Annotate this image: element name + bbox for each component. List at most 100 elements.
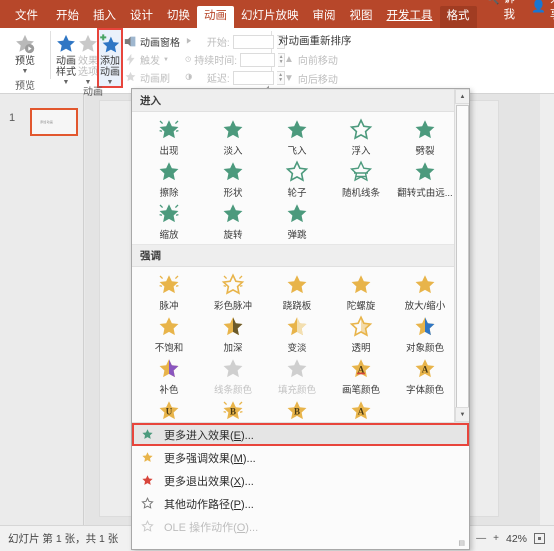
add-animation-arrow[interactable]: ▼ [107,79,114,86]
resize-grip-icon[interactable]: ▤ [132,540,469,549]
animation-effect-entrance-8[interactable]: 随机线条 [329,158,393,200]
ribbon-tab-6[interactable]: 幻灯片放映 [234,6,306,29]
menu-item-0[interactable]: 更多进入效果(E)... [132,423,469,446]
animation-effect-emphasis-8[interactable]: 透明 [329,313,393,355]
advanced-arrow-1[interactable]: ▼ [163,57,169,63]
tab-bar-right-actions: 🔍 告诉我 👤 共享 [477,0,554,28]
animation-effect-emphasis-16[interactable]: B加粗闪烁 [201,397,265,422]
animation-effect-entrance-6[interactable]: 形状 [201,158,265,200]
advanced-animation-pane-button[interactable]: 动画窗格 [121,33,183,50]
timing-input-2[interactable] [232,70,275,85]
animation-effect-entrance-10[interactable]: 缩放 [137,200,201,242]
animation-effect-emphasis-14[interactable]: A 字体颜色 [393,355,457,397]
animation-effect-emphasis-2[interactable]: 跷跷板 [265,271,329,313]
effect-label: 放大/缩小 [404,301,446,312]
animation-effect-entrance-5[interactable]: 擦除 [137,158,201,200]
animation-effect-emphasis-11[interactable]: 线条颜色 [201,355,265,397]
advanced-animation-painter-button[interactable]: 动画刷 [121,69,183,86]
animation-effect-emphasis-7[interactable]: 变淡 [265,313,329,355]
scrollbar-thumb[interactable] [456,105,469,417]
slide-thumbnail-1[interactable]: 添加动画 [30,108,78,136]
animation-effect-entrance-0[interactable]: 出现 [137,116,201,158]
animation-effect-entrance-11[interactable]: 旋转 [201,200,265,242]
animation-effect-emphasis-9[interactable]: 对象颜色 [393,313,457,355]
animation-effect-emphasis-12[interactable]: 填充颜色 [265,355,329,397]
ribbon-tab-4[interactable]: 切换 [160,6,197,29]
slide-thumbnail-pane[interactable]: 1 添加动画 [0,94,84,525]
zoom-level-label[interactable]: 42% [506,533,527,545]
ribbon-tab-8[interactable]: 视图 [343,6,380,29]
animation-effect-emphasis-0[interactable]: 脉冲 [137,271,201,313]
star-line-color-icon [223,359,243,378]
animation-effect-entrance-12[interactable]: 弹跳 [265,200,329,242]
ribbon-tab-7[interactable]: 审阅 [306,6,343,29]
animation-effect-emphasis-17[interactable]: B加粗展示 [265,397,329,422]
animation-effect-emphasis-13[interactable]: A 画笔颜色 [329,355,393,397]
animation-effect-entrance-3[interactable]: 浮入 [329,116,393,158]
animation-effect-emphasis-15[interactable]: U下划线 [137,397,201,422]
star-bold-flash-icon: B [223,401,243,420]
gallery-scrollbar[interactable]: ▲ ▼ [454,89,469,422]
scroll-down-icon[interactable]: ▼ [455,407,469,422]
move-earlier-button[interactable]: ▲ 向前移动 [276,50,352,69]
animation-effect-emphasis-4[interactable]: 放大/缩小 [393,271,457,313]
star-spin-emph-icon [351,275,371,294]
animation-effect-emphasis-3[interactable]: 陀螺旋 [329,271,393,313]
effect-label: 出现 [159,146,179,157]
effect-options-arrow[interactable]: ▼ [85,79,92,86]
effect-label: 弹跳 [287,230,307,241]
timing-input-1[interactable] [240,52,276,67]
effect-label: 彩色脉冲 [213,301,252,312]
menu-label-post: )... [242,452,256,465]
effect-options-button[interactable]: 效果选项 ▼ [77,30,99,86]
menu-item-2[interactable]: 更多退出效果(X)... [132,469,469,492]
star-float-icon [349,118,373,140]
timing-input-0[interactable] [232,34,275,49]
fit-slide-icon[interactable] [534,533,545,544]
animation-effect-entrance-9[interactable]: 翻转式由远... [393,158,457,200]
ribbon-tab-0[interactable]: 文件 [6,6,49,29]
animation-styles-arrow[interactable]: ▼ [63,79,70,86]
effect-label: 对象颜色 [405,343,444,354]
animation-effect-emphasis-18[interactable]: A波浪形 [329,397,393,422]
star-shape-icon [223,162,243,181]
menu-item-4[interactable]: OLE 操作动作(O)... [132,515,469,538]
tell-me-button[interactable]: 🔍 告诉我 [477,0,523,28]
star-gold-icon [142,452,153,462]
zoom-out-button[interactable]: — [476,533,486,544]
animation-effect-entrance-7[interactable]: 轮子 [265,158,329,200]
ribbon-tab-9[interactable]: 开发工具 [380,6,440,29]
ribbon-tab-5[interactable]: 动画 [197,5,234,28]
effect-label: 飞入 [287,146,307,157]
animation-styles-label: 动画样式 [56,56,76,78]
animation-effect-entrance-1[interactable]: 淡入 [201,116,265,158]
gallery-grid-entrance: 出现 淡入 飞入 浮入 劈裂擦除 形状 轮子 随机线条 翻转式由远... 缩放 旋转 弹跳 [132,112,469,244]
ribbon-tab-2[interactable]: 插入 [86,6,123,29]
ribbon-tab-3[interactable]: 设计 [123,6,160,29]
scroll-up-icon[interactable]: ▲ [455,89,469,104]
animation-effect-emphasis-6[interactable]: 加深 [201,313,265,355]
animation-effect-entrance-4[interactable]: 劈裂 [393,116,457,158]
animation-painter-icon [124,71,137,84]
advanced-trigger-button[interactable]: 触发 ▼ [121,51,183,68]
animation-styles-button[interactable]: 动画样式 ▼ [55,30,77,86]
star-fly-icon [287,120,307,139]
ribbon-tab-1[interactable]: 开始 [49,6,86,29]
share-button[interactable]: 👤 共享 [523,0,554,28]
menu-item-label-4: OLE 操作动作(O)... [164,519,258,535]
animation-effect-entrance-2[interactable]: 飞入 [265,116,329,158]
menu-item-3[interactable]: 其他动作路径(P)... [132,492,469,515]
menu-item-1[interactable]: 更多强调效果(M)... [132,446,469,469]
ribbon-tab-10[interactable]: 格式 [439,5,477,28]
preview-button[interactable]: 预览 ▼ [4,30,46,75]
animation-effect-emphasis-10[interactable]: 补色 [137,355,201,397]
add-animation-button[interactable]: 添加动画 ▼ [97,28,123,88]
zoom-in-button[interactable]: + [493,533,499,544]
animation-effect-emphasis-5[interactable]: 不饱和 [137,313,201,355]
move-later-button[interactable]: ▼ 向后移动 [276,69,352,88]
star-lighten-icon [287,317,307,336]
slide-count-status: 幻灯片 第 1 张，共 1 张 [8,533,119,545]
menu-label-key: M [233,452,243,465]
animation-effect-emphasis-1[interactable]: 彩色脉冲 [201,271,265,313]
preview-dropdown-arrow[interactable]: ▼ [22,68,29,75]
